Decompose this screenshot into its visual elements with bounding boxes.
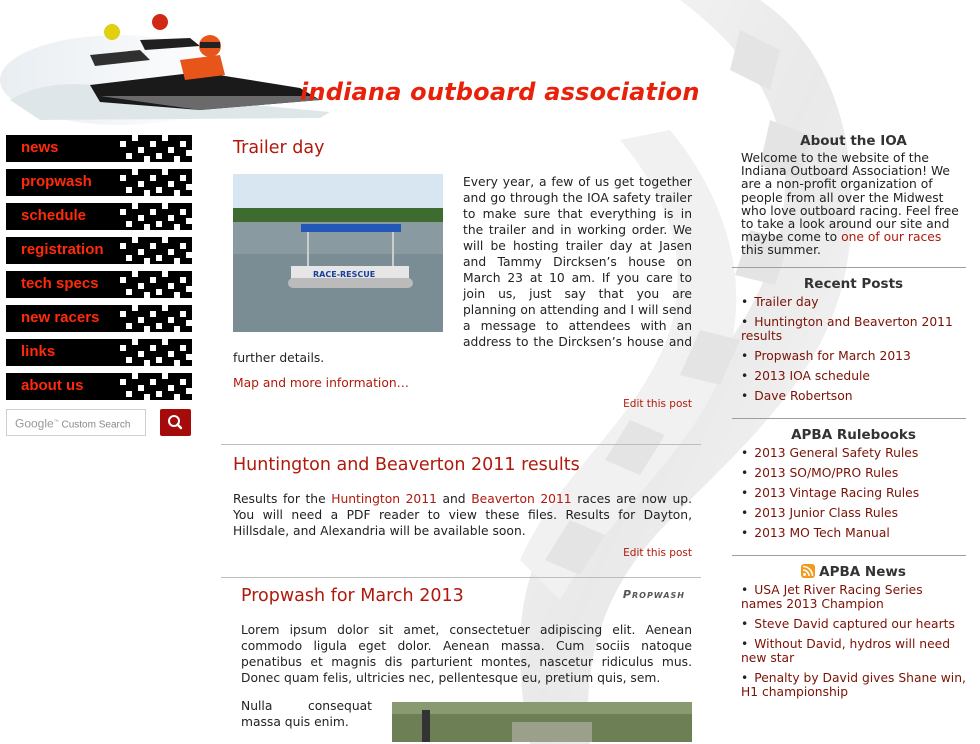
rescue-boat-photo: RACE-RESCUE xyxy=(233,174,443,332)
nav-label: tech specs xyxy=(21,275,99,292)
widget-title: Recent Posts xyxy=(803,275,904,292)
nav-label: registration xyxy=(21,241,104,258)
nav-item-about-us[interactable]: about us xyxy=(6,373,192,400)
checkered-flag-icon xyxy=(120,135,192,162)
list-item: • Without David, hydros will need new sta… xyxy=(741,636,951,665)
recent-post-link[interactable]: Huntington and Beaverton 2011 results xyxy=(741,315,953,343)
checkered-flag-icon xyxy=(120,373,192,400)
rulebook-link[interactable]: 2013 Vintage Racing Rules xyxy=(754,486,919,500)
nav-label: new racers xyxy=(21,309,100,326)
main-content: Trailer day RACE-RESCUE Every year, a fe… xyxy=(221,130,701,742)
rss-icon[interactable] xyxy=(801,563,816,578)
rulebook-link[interactable]: 2013 MO Tech Manual xyxy=(754,526,890,540)
body-text: and xyxy=(436,492,472,506)
news-link[interactable]: USA Jet River Racing Series names 2013 C… xyxy=(741,583,923,611)
nav-label: schedule xyxy=(21,207,87,224)
nav-item-new-racers[interactable]: new racers xyxy=(6,305,192,332)
recent-post-link[interactable]: Dave Robertson xyxy=(754,389,852,403)
news-link[interactable]: Penalty by David gives Shane win, H1 cha… xyxy=(741,671,966,699)
widget-title: APBA News xyxy=(741,563,966,580)
post-body: Lorem ipsum dolor sit amet, consectetuer… xyxy=(241,623,692,685)
recent-post-link[interactable]: 2013 IOA schedule xyxy=(754,369,870,383)
nav-label: links xyxy=(21,343,56,360)
search-placeholder: Custom Search xyxy=(61,419,131,431)
list-item: • Dave Robertson xyxy=(741,388,853,403)
checkered-flag-icon xyxy=(120,305,192,332)
nav-item-news[interactable]: news xyxy=(6,135,192,162)
more-info-link[interactable]: Map and more information… xyxy=(233,376,692,390)
post-body: Results for the Huntington 2011 and Beav… xyxy=(233,491,692,539)
site-search: Google™ Custom Search xyxy=(6,409,192,436)
race-photo xyxy=(392,702,692,742)
widget-title: About the IOA xyxy=(800,133,907,149)
list-item: • Trailer day xyxy=(741,294,819,309)
site-title[interactable]: indiana outboard association xyxy=(300,78,700,106)
list-item: • 2013 IOA schedule xyxy=(741,368,870,383)
nav-item-links[interactable]: links xyxy=(6,339,192,366)
nav-item-registration[interactable]: registration xyxy=(6,237,192,264)
post-propwash: Propwash for March 2013 Propwash Lorem i… xyxy=(221,578,701,742)
racing-boat-banner xyxy=(0,14,330,125)
list-item: • 2013 General Safety Rules xyxy=(741,445,919,460)
nav-label: about us xyxy=(21,377,84,394)
post-results: Huntington and Beaverton 2011 results Re… xyxy=(221,445,701,578)
recent-post-link[interactable]: Trailer day xyxy=(754,295,818,309)
list-item: • 2013 Vintage Racing Rules xyxy=(741,485,920,500)
search-button[interactable] xyxy=(160,409,191,436)
rulebook-link[interactable]: 2013 SO/MO/PRO Rules xyxy=(754,466,898,480)
widget-title: APBA Rulebooks xyxy=(791,426,916,443)
races-link[interactable]: one of our races xyxy=(841,230,941,244)
widget-title-text[interactable]: APBA News xyxy=(819,564,906,580)
checkered-flag-icon xyxy=(120,271,192,298)
list-item: • Penalty by David gives Shane win, H1 ch… xyxy=(741,670,966,699)
rulebook-link[interactable]: 2013 Junior Class Rules xyxy=(754,506,898,520)
category-tag[interactable]: Propwash xyxy=(623,588,685,601)
post-title[interactable]: Huntington and Beaverton 2011 results xyxy=(233,455,692,475)
nav-item-propwash[interactable]: propwash xyxy=(6,169,192,196)
list-item: • 2013 MO Tech Manual xyxy=(741,525,890,540)
list-item: • Propwash for March 2013 xyxy=(741,348,911,363)
beaverton-link[interactable]: Beaverton 2011 xyxy=(471,492,571,506)
site-header: indiana outboard association xyxy=(0,0,980,130)
checkered-flag-icon xyxy=(120,203,192,230)
widget-apba-news: APBA News • USA Jet River Racing Series n… xyxy=(732,561,966,714)
list-item: • 2013 Junior Class Rules xyxy=(741,505,899,520)
widget-recent-posts: Recent Posts • Trailer day • Huntington an… xyxy=(732,273,966,419)
list-item: • Steve David captured our hearts xyxy=(741,616,955,631)
nav-label: news xyxy=(21,139,59,156)
edit-post-link[interactable]: Edit this post xyxy=(233,547,692,559)
edit-post-link[interactable]: Edit this post xyxy=(233,398,692,410)
nav-label: propwash xyxy=(21,173,92,190)
search-icon xyxy=(168,415,183,430)
nav-item-tech-specs[interactable]: tech specs xyxy=(6,271,192,298)
list-item: • Huntington and Beaverton 2011 results xyxy=(741,314,953,343)
news-link[interactable]: Without David, hydros will need new star xyxy=(741,637,950,665)
rulebook-link[interactable]: 2013 General Safety Rules xyxy=(754,446,918,460)
list-item: • 2013 SO/MO/PRO Rules xyxy=(741,465,899,480)
nav-item-schedule[interactable]: schedule xyxy=(6,203,192,230)
post-title[interactable]: Trailer day xyxy=(233,138,692,158)
about-text: Welcome to the website of the Indiana Ou… xyxy=(741,151,966,258)
about-text-end: this summer. xyxy=(741,243,821,258)
google-logo: Google xyxy=(15,416,54,431)
recent-post-link[interactable]: Propwash for March 2013 xyxy=(754,349,911,363)
post-trailer-day: Trailer day RACE-RESCUE Every year, a fe… xyxy=(221,130,701,445)
widget-rulebooks: APBA Rulebooks • 2013 General Safety Rule… xyxy=(732,424,966,556)
huntington-link[interactable]: Huntington 2011 xyxy=(331,492,437,506)
main-navigation: news propwash schedule registration tech… xyxy=(6,135,192,407)
checkered-flag-icon xyxy=(120,169,192,196)
widget-about: About the IOA Welcome to the website of … xyxy=(732,130,966,268)
list-item: • USA Jet River Racing Series names 2013 … xyxy=(741,582,923,611)
sidebar: About the IOA Welcome to the website of … xyxy=(732,130,966,719)
search-input[interactable]: Google™ Custom Search xyxy=(6,409,146,436)
checkered-flag-icon xyxy=(120,339,192,366)
checkered-flag-icon xyxy=(120,237,192,264)
body-text: Results for the xyxy=(233,492,332,506)
news-link[interactable]: Steve David captured our hearts xyxy=(754,617,955,631)
boat-decal-text: RACE-RESCUE xyxy=(313,270,375,279)
